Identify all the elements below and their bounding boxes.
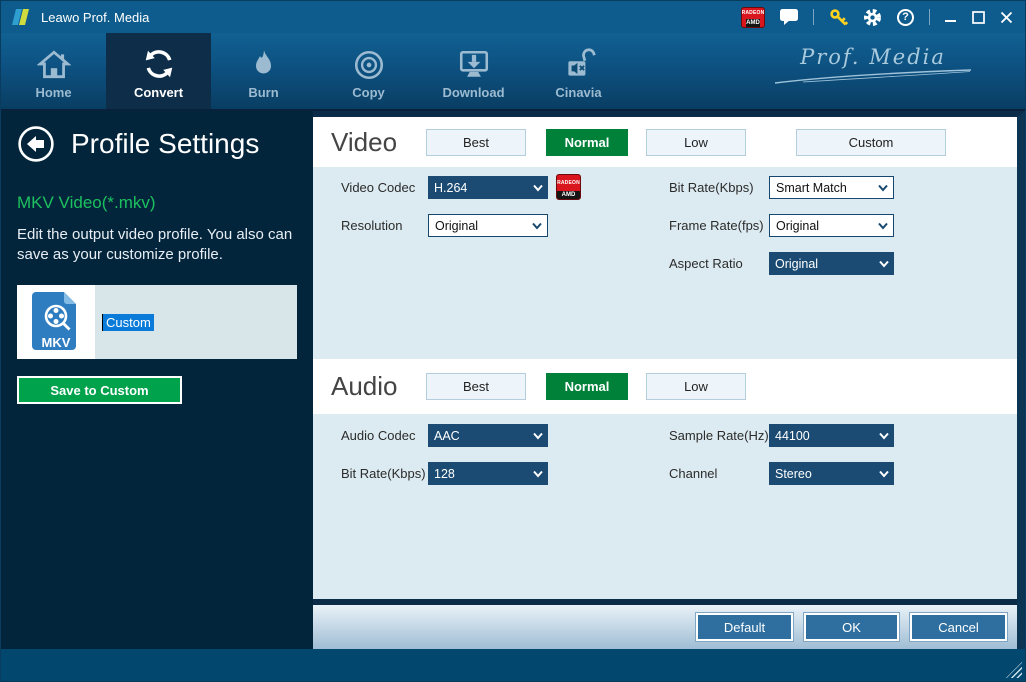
chevron-down-icon [878, 222, 888, 229]
window-title: Leawo Prof. Media [41, 10, 149, 25]
video-section-title: Video [331, 127, 426, 158]
audio-quality-normal-button[interactable]: Normal [546, 373, 628, 400]
video-aspect-dropdown[interactable]: Original [769, 252, 894, 275]
nav-tab-download[interactable]: Download [421, 33, 526, 109]
chevron-down-icon [879, 432, 889, 439]
nav-tab-copy[interactable]: Copy [316, 33, 421, 109]
home-icon [37, 42, 71, 82]
feedback-chat-icon[interactable] [780, 9, 798, 25]
video-aspect-label: Aspect Ratio [669, 252, 769, 275]
mkv-file-icon: MKV [17, 285, 95, 359]
audio-bitrate-dropdown[interactable]: 128 [428, 462, 548, 485]
settings-gear-icon[interactable] [863, 8, 882, 27]
audio-codec-label: Audio Codec [341, 424, 428, 447]
dialog-button-bar: Default OK Cancel [313, 605, 1017, 649]
amd-acceleration-badge-icon: RADEON AMD [556, 174, 581, 200]
titlebar-separator [929, 9, 930, 25]
convert-refresh-icon [141, 42, 177, 82]
chevron-down-icon [533, 432, 543, 439]
video-quality-best-button[interactable]: Best [426, 129, 526, 156]
audio-samplerate-label: Sample Rate(Hz) [669, 424, 769, 447]
cancel-button[interactable]: Cancel [910, 613, 1007, 641]
page-title: Profile Settings [71, 128, 259, 160]
video-framerate-dropdown[interactable]: Original [769, 214, 894, 237]
download-icon [457, 42, 491, 82]
close-button[interactable] [1000, 11, 1013, 24]
video-section-header: Video Best Normal Low Custom [313, 117, 1017, 167]
app-logo-icon [11, 7, 31, 27]
brand-swoosh [773, 69, 973, 85]
back-button[interactable] [17, 125, 55, 163]
chevron-down-icon [878, 184, 888, 191]
audio-settings: Audio Codec AAC Sample Rate(Hz) 44100 Bi… [313, 414, 1017, 599]
audio-codec-dropdown[interactable]: AAC [428, 424, 548, 447]
copy-disc-icon [352, 42, 386, 82]
help-icon[interactable]: ? [897, 9, 914, 26]
titlebar-separator [813, 9, 814, 25]
chevron-down-icon [533, 470, 543, 477]
brand-logotype: Prof. Media [773, 45, 973, 90]
chevron-down-icon [879, 260, 889, 267]
video-codec-label: Video Codec [341, 176, 428, 199]
audio-samplerate-dropdown[interactable]: 44100 [769, 424, 894, 447]
sidebar: Profile Settings MKV Video(*.mkv) Edit t… [1, 111, 313, 649]
video-resolution-dropdown[interactable]: Original [428, 214, 548, 237]
audio-bitrate-label: Bit Rate(Kbps) [341, 462, 428, 485]
nav-tab-cinavia[interactable]: Cinavia [526, 33, 631, 109]
chevron-down-icon [879, 470, 889, 477]
nav-tab-home[interactable]: Home [1, 33, 106, 109]
svg-text:MKV: MKV [42, 335, 71, 350]
resize-grip[interactable] [1006, 662, 1022, 678]
video-settings: Video Codec H.264 RADEON AMD Bit Rate(Kb… [313, 167, 1017, 359]
audio-section-header: Audio Best Normal Low [313, 359, 1017, 414]
audio-channel-dropdown[interactable]: Stereo [769, 462, 894, 485]
app-window: Leawo Prof. Media RADEON AMD ? [0, 0, 1026, 682]
profile-name-field[interactable]: Custom [102, 314, 154, 331]
custom-profile-item[interactable]: MKV Custom [17, 285, 297, 359]
nav-tab-burn[interactable]: Burn [211, 33, 316, 109]
profile-format-label: MKV Video(*.mkv) [17, 193, 297, 213]
chevron-down-icon [533, 184, 543, 191]
save-to-custom-button[interactable]: Save to Custom [17, 376, 182, 404]
settings-panel: Video Best Normal Low Custom Video Codec… [313, 111, 1025, 649]
maximize-button[interactable] [972, 11, 985, 24]
ok-button[interactable]: OK [804, 613, 899, 641]
video-codec-dropdown[interactable]: H.264 [428, 176, 548, 199]
video-bitrate-label: Bit Rate(Kbps) [669, 176, 769, 199]
nav-tab-convert[interactable]: Convert [106, 33, 211, 109]
audio-section-title: Audio [331, 371, 426, 402]
titlebar: Leawo Prof. Media RADEON AMD ? [1, 1, 1025, 33]
audio-quality-low-button[interactable]: Low [646, 373, 746, 400]
main-nav: Home Convert Burn Copy Download [1, 33, 1025, 111]
burn-flame-icon [248, 42, 280, 82]
video-quality-custom-button[interactable]: Custom [796, 129, 946, 156]
cinavia-unlock-icon [562, 42, 596, 82]
register-key-icon[interactable] [829, 8, 848, 27]
video-quality-normal-button[interactable]: Normal [546, 129, 628, 156]
video-quality-low-button[interactable]: Low [646, 129, 746, 156]
default-button[interactable]: Default [696, 613, 793, 641]
minimize-button[interactable] [945, 11, 957, 23]
status-footer [1, 649, 1025, 681]
profile-description: Edit the output video profile. You also … [17, 225, 299, 265]
video-bitrate-dropdown[interactable]: Smart Match [769, 176, 894, 199]
audio-quality-best-button[interactable]: Best [426, 373, 526, 400]
chevron-down-icon [532, 222, 542, 229]
video-framerate-label: Frame Rate(fps) [669, 214, 769, 237]
audio-channel-label: Channel [669, 462, 769, 485]
main-area: Profile Settings MKV Video(*.mkv) Edit t… [1, 111, 1025, 649]
amd-radeon-badge-icon[interactable]: RADEON AMD [741, 7, 765, 28]
video-resolution-label: Resolution [341, 214, 428, 237]
